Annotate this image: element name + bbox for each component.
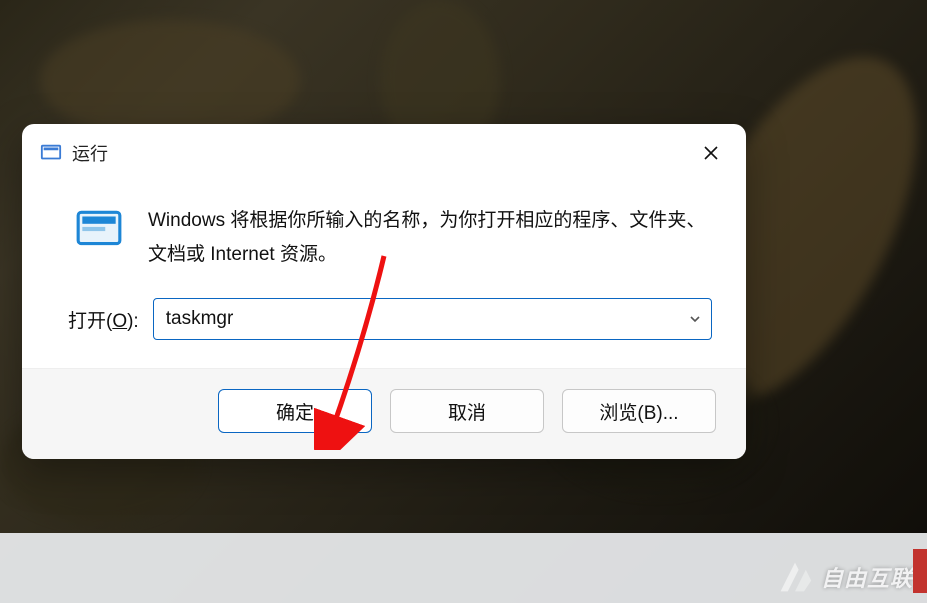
run-app-icon: [40, 142, 62, 164]
cancel-button[interactable]: 取消: [390, 389, 544, 433]
accent-bar: [913, 549, 927, 593]
close-icon: [703, 145, 719, 161]
dialog-description: Windows 将根据你所输入的名称，为你打开相应的程序、文件夹、文档或 Int…: [148, 204, 708, 272]
run-large-icon: [74, 204, 124, 254]
open-input[interactable]: [154, 308, 679, 330]
watermark-text: 自由互联: [821, 561, 913, 593]
run-dialog: 运行 Windows 将根据你所输入的名称，为你打开相应的程序、文件夹、文档或 …: [22, 124, 746, 459]
open-label: 打开(O):: [68, 306, 139, 333]
button-row: 确定 取消 浏览(B)...: [22, 368, 746, 459]
browse-button[interactable]: 浏览(B)...: [562, 389, 716, 433]
watermark: 自由互联: [777, 559, 913, 595]
close-button[interactable]: [694, 138, 728, 168]
desktop-background: 运行 Windows 将根据你所输入的名称，为你打开相应的程序、文件夹、文档或 …: [0, 0, 927, 603]
dialog-title: 运行: [72, 140, 694, 166]
titlebar: 运行: [22, 124, 746, 178]
ok-button[interactable]: 确定: [218, 389, 372, 433]
open-combobox[interactable]: [153, 298, 712, 340]
chevron-down-icon[interactable]: [679, 313, 711, 325]
watermark-logo-icon: [777, 559, 813, 595]
